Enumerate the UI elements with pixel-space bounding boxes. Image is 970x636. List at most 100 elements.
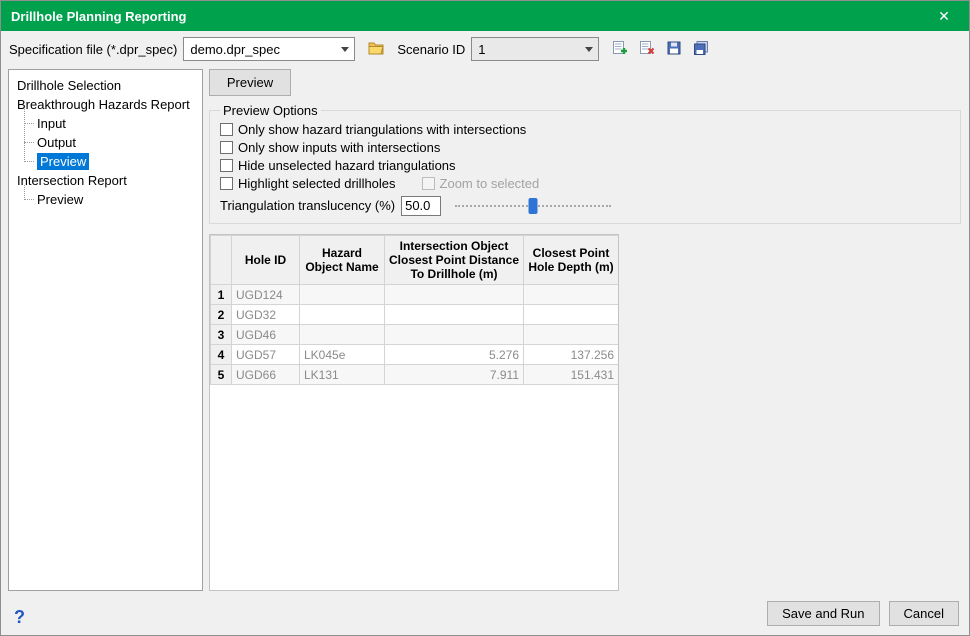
delete-scenario-button[interactable] bbox=[636, 38, 658, 60]
save-scenario-button[interactable] bbox=[663, 38, 685, 60]
new-scenario-button[interactable] bbox=[609, 38, 631, 60]
navigation-tree: Drillhole Selection Breakthrough Hazards… bbox=[9, 70, 202, 213]
header-hole-id[interactable]: Hole ID bbox=[232, 236, 300, 285]
checkbox-box bbox=[220, 123, 233, 136]
delete-scenario-icon bbox=[639, 40, 655, 59]
tree-item-label: Intersection Report bbox=[17, 173, 127, 188]
scenario-id-label: Scenario ID bbox=[397, 42, 465, 57]
checkbox-label: Highlight selected drillholes bbox=[238, 176, 396, 191]
distance-cell[interactable]: 5.276 bbox=[385, 345, 524, 365]
tree-item-label: Output bbox=[37, 135, 76, 150]
results-table-panel: Hole ID Hazard Object Name Intersection … bbox=[209, 234, 619, 591]
checkbox-label: Only show hazard triangulations with int… bbox=[238, 122, 526, 137]
footer-buttons: Save and Run Cancel bbox=[767, 601, 959, 626]
translucency-row: Triangulation translucency (%) bbox=[220, 195, 950, 216]
translucency-input[interactable] bbox=[401, 196, 441, 216]
save-copy-scenario-button[interactable] bbox=[690, 38, 712, 60]
row-number-cell: 1 bbox=[211, 285, 232, 305]
checkbox-zoom-to-selected: Zoom to selected bbox=[422, 174, 540, 192]
table-row[interactable]: 3 UGD46 bbox=[211, 325, 619, 345]
tree-item-label: Preview bbox=[37, 153, 89, 170]
hole-id-cell[interactable]: UGD32 bbox=[232, 305, 300, 325]
checkbox-only-show-inputs[interactable]: Only show inputs with intersections bbox=[220, 138, 440, 156]
scenario-id-combobox[interactable]: 1 bbox=[471, 37, 599, 61]
depth-cell[interactable]: 151.431 bbox=[524, 365, 619, 385]
new-scenario-icon bbox=[612, 40, 628, 59]
distance-cell[interactable] bbox=[385, 285, 524, 305]
checkbox-box bbox=[220, 141, 233, 154]
distance-cell[interactable] bbox=[385, 305, 524, 325]
slider-thumb[interactable] bbox=[529, 198, 538, 214]
tree-item-drillhole-selection[interactable]: Drillhole Selection bbox=[15, 76, 198, 95]
spec-file-combobox[interactable]: demo.dpr_spec bbox=[183, 37, 355, 61]
tree-item-preview-breakthrough[interactable]: Preview bbox=[24, 152, 198, 171]
help-icon[interactable]: ? bbox=[14, 607, 25, 628]
depth-cell[interactable] bbox=[524, 325, 619, 345]
table-row[interactable]: 2 UGD32 bbox=[211, 305, 619, 325]
chevron-down-icon[interactable] bbox=[336, 38, 354, 60]
checkbox-highlight-selected-drillholes[interactable]: Highlight selected drillholes bbox=[220, 174, 396, 192]
table-row[interactable]: 5 UGD66 LK131 7.911 151.431 bbox=[211, 365, 619, 385]
depth-cell[interactable] bbox=[524, 285, 619, 305]
depth-cell[interactable] bbox=[524, 305, 619, 325]
hole-id-cell[interactable]: UGD124 bbox=[232, 285, 300, 305]
hazard-object-cell[interactable] bbox=[300, 305, 385, 325]
table-header-row: Hole ID Hazard Object Name Intersection … bbox=[211, 236, 619, 285]
scenario-toolbar bbox=[609, 38, 712, 60]
hole-id-cell[interactable]: UGD57 bbox=[232, 345, 300, 365]
row-number-cell: 4 bbox=[211, 345, 232, 365]
table-row[interactable]: 1 UGD124 bbox=[211, 285, 619, 305]
translucency-slider[interactable] bbox=[455, 197, 611, 215]
spec-file-label: Specification file (*.dpr_spec) bbox=[9, 42, 177, 57]
tree-item-label: Drillhole Selection bbox=[17, 78, 121, 93]
tree-item-preview-intersection[interactable]: Preview bbox=[24, 190, 198, 209]
checkbox-label: Only show inputs with intersections bbox=[238, 140, 440, 155]
checkbox-only-show-hazard-triangulations[interactable]: Only show hazard triangulations with int… bbox=[220, 120, 526, 138]
hazard-object-cell[interactable]: LK045e bbox=[300, 345, 385, 365]
toolbar: Specification file (*.dpr_spec) demo.dpr… bbox=[1, 31, 969, 67]
tree-item-output[interactable]: Output bbox=[24, 133, 198, 152]
header-hazard-object-name[interactable]: Hazard Object Name bbox=[300, 236, 385, 285]
dialog-window: Drillhole Planning Reporting ✕ Specifica… bbox=[0, 0, 970, 636]
window-title: Drillhole Planning Reporting bbox=[11, 9, 187, 24]
tree-item-label: Preview bbox=[37, 192, 83, 207]
distance-cell[interactable]: 7.911 bbox=[385, 365, 524, 385]
cancel-button[interactable]: Cancel bbox=[889, 601, 959, 626]
hazard-object-cell[interactable] bbox=[300, 285, 385, 305]
save-scenario-icon bbox=[666, 40, 682, 59]
spec-file-value: demo.dpr_spec bbox=[184, 42, 336, 57]
hazard-object-cell[interactable] bbox=[300, 325, 385, 345]
distance-cell[interactable] bbox=[385, 325, 524, 345]
main-panel: Preview Preview Options Only show hazard… bbox=[209, 69, 961, 591]
checkbox-box bbox=[220, 177, 233, 190]
header-closest-point-depth[interactable]: Closest Point Hole Depth (m) bbox=[524, 236, 619, 285]
depth-cell[interactable]: 137.256 bbox=[524, 345, 619, 365]
tree-item-input[interactable]: Input bbox=[24, 114, 198, 133]
hole-id-cell[interactable]: UGD46 bbox=[232, 325, 300, 345]
hole-id-cell[interactable]: UGD66 bbox=[232, 365, 300, 385]
checkbox-hide-unselected-hazard[interactable]: Hide unselected hazard triangulations bbox=[220, 156, 456, 174]
table-row[interactable]: 4 UGD57 LK045e 5.276 137.256 bbox=[211, 345, 619, 365]
preview-options-title: Preview Options bbox=[220, 103, 321, 118]
close-button[interactable]: ✕ bbox=[929, 1, 959, 31]
title-bar: Drillhole Planning Reporting ✕ bbox=[1, 1, 969, 31]
checkbox-box bbox=[220, 159, 233, 172]
save-and-run-button[interactable]: Save and Run bbox=[767, 601, 879, 626]
tree-item-breakthrough-hazards-report[interactable]: Breakthrough Hazards Report bbox=[15, 95, 198, 114]
tree-item-label: Breakthrough Hazards Report bbox=[17, 97, 190, 112]
tree-children-breakthrough: Input Output Preview bbox=[24, 114, 198, 171]
browse-folder-button[interactable] bbox=[363, 36, 389, 62]
checkbox-label: Hide unselected hazard triangulations bbox=[238, 158, 456, 173]
hazard-object-cell[interactable]: LK131 bbox=[300, 365, 385, 385]
row-number-cell: 2 bbox=[211, 305, 232, 325]
chevron-down-icon[interactable] bbox=[580, 38, 598, 60]
checkbox-label: Zoom to selected bbox=[440, 176, 540, 191]
save-copy-scenario-icon bbox=[693, 40, 709, 59]
preview-button[interactable]: Preview bbox=[209, 69, 291, 96]
row-number-cell: 3 bbox=[211, 325, 232, 345]
tree-item-intersection-report[interactable]: Intersection Report bbox=[15, 171, 198, 190]
preview-options-group: Preview Options Only show hazard triangu… bbox=[209, 103, 961, 224]
header-intersection-distance[interactable]: Intersection Object Closest Point Distan… bbox=[385, 236, 524, 285]
scenario-id-value: 1 bbox=[472, 42, 580, 57]
header-row-number bbox=[211, 236, 232, 285]
